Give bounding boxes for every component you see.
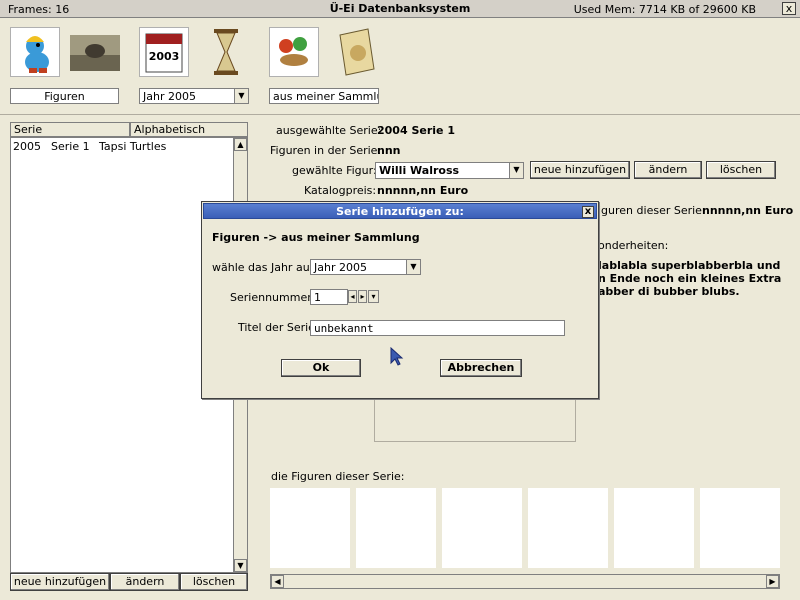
dialog-title-text: Serie hinzufügen zu: — [336, 205, 464, 218]
mouse-cursor-icon — [390, 347, 404, 366]
figures-field[interactable]: Figuren — [10, 88, 119, 104]
collection-field[interactable]: aus meiner Sammlung — [269, 88, 379, 104]
series-title-input[interactable]: unbekannt — [310, 320, 565, 336]
list-item-name: Tapsi Turtles — [99, 140, 167, 153]
figures-in-series-value: nnn — [377, 144, 401, 157]
scroll-left-icon[interactable]: ◀ — [271, 575, 284, 588]
list-item-series: Serie 1 — [51, 140, 90, 153]
column-header-alphabetical[interactable]: Alphabetisch — [130, 122, 248, 137]
close-icon[interactable]: x — [582, 206, 594, 218]
figure-thumbnail[interactable] — [270, 488, 350, 568]
ok-button[interactable]: Ok — [281, 359, 361, 377]
scroll-right-icon[interactable]: ▶ — [766, 575, 779, 588]
selected-series-value: 2004 Serie 1 — [377, 124, 455, 137]
calendar-2003-icon[interactable]: 2003 — [139, 27, 189, 77]
figure-thumbnail[interactable] — [700, 488, 780, 568]
specials-label: onderheiten: — [598, 239, 669, 252]
catalog-price-label: Katalogpreis: — [304, 184, 377, 197]
add-series-dialog: Serie hinzufügen zu: x Figuren -> aus me… — [201, 201, 599, 399]
dialog-year-value: Jahr 2005 — [314, 261, 367, 274]
specials-line-3: abber di bubber blubs. — [598, 285, 740, 298]
specials-line-1: lablabla superblabberbla und — [598, 259, 781, 272]
list-item-year: 2005 — [13, 140, 41, 153]
year-label: wähle das Jahr aus: — [212, 261, 320, 274]
stepper-left-icon[interactable]: ◂ — [348, 290, 357, 303]
figure-dino-icon[interactable] — [10, 27, 60, 77]
figure-thumbnail[interactable] — [442, 488, 522, 568]
hourglass-icon[interactable] — [206, 27, 246, 77]
edit-figure-button[interactable]: ändern — [634, 161, 702, 179]
stepper-down-icon[interactable]: ▾ — [368, 290, 379, 303]
title-bar: Frames: 16 Ü-Ei Datenbanksystem Used Mem… — [0, 0, 800, 18]
chosen-figure-select[interactable]: Willi Walross ▼ — [375, 162, 524, 179]
svg-text:2003: 2003 — [149, 50, 180, 63]
catalog-book-icon[interactable] — [334, 27, 378, 77]
separator — [0, 114, 800, 115]
add-series-button[interactable]: neue hinzufügen — [10, 573, 110, 591]
memory-usage: Used Mem: 7714 KB of 29600 KB — [573, 3, 756, 16]
scroll-up-icon[interactable]: ▲ — [234, 138, 247, 151]
stepper-right-icon[interactable]: ▸ — [358, 290, 367, 303]
chevron-down-icon[interactable]: ▼ — [234, 89, 248, 103]
figures-collection-icon[interactable] — [269, 27, 319, 77]
figures-in-series-label: Figuren in der Serie: — [270, 144, 382, 157]
selected-series-label: ausgewählte Serie: — [276, 124, 382, 137]
cancel-button[interactable]: Abbrechen — [440, 359, 522, 377]
series-price-value: nnnnn,nn Euro — [702, 204, 794, 217]
dialog-heading: Figuren -> aus meiner Sammlung — [212, 231, 420, 244]
list-item[interactable]: 2005 Serie 1 Tapsi Turtles — [13, 140, 233, 153]
series-number-input[interactable]: 1 — [310, 289, 348, 305]
figure-thumbnail[interactable] — [356, 488, 436, 568]
edit-series-button[interactable]: ändern — [110, 573, 180, 591]
dialog-year-select[interactable]: Jahr 2005 ▼ — [310, 259, 421, 275]
figure-thumbnail[interactable] — [528, 488, 608, 568]
delete-series-button[interactable]: löschen — [180, 573, 248, 591]
add-figure-button[interactable]: neue hinzufügen — [530, 161, 630, 179]
landscape-icon[interactable] — [70, 35, 120, 71]
dialog-title: Serie hinzufügen zu: x — [203, 203, 597, 219]
specials-line-2: n Ende noch ein kleines Extra — [598, 272, 782, 285]
series-figures-label: die Figuren dieser Serie: — [271, 470, 405, 483]
close-window-button[interactable]: x — [782, 2, 796, 15]
catalog-price-value: nnnnn,nn Euro — [377, 184, 469, 197]
app-window: Frames: 16 Ü-Ei Datenbanksystem Used Mem… — [0, 0, 800, 600]
series-number-label: Seriennummer: — [230, 291, 316, 304]
chosen-figure-value: Willi Walross — [379, 164, 460, 177]
series-title-label: Titel der Serie: — [238, 321, 319, 334]
year-select-value: Jahr 2005 — [143, 90, 196, 103]
figure-thumbnail[interactable] — [614, 488, 694, 568]
delete-figure-button[interactable]: löschen — [706, 161, 776, 179]
column-header-series[interactable]: Serie — [10, 122, 130, 137]
scroll-down-icon[interactable]: ▼ — [234, 559, 247, 572]
chevron-down-icon[interactable]: ▼ — [406, 260, 420, 274]
chevron-down-icon[interactable]: ▼ — [509, 163, 523, 178]
series-price-label: iguren dieser Serie: — [598, 204, 706, 217]
chosen-figure-label: gewählte Figur: — [292, 164, 377, 177]
thumbnails-horizontal-scrollbar[interactable]: ◀ ▶ — [270, 574, 780, 589]
year-select[interactable]: Jahr 2005 ▼ — [139, 88, 249, 104]
